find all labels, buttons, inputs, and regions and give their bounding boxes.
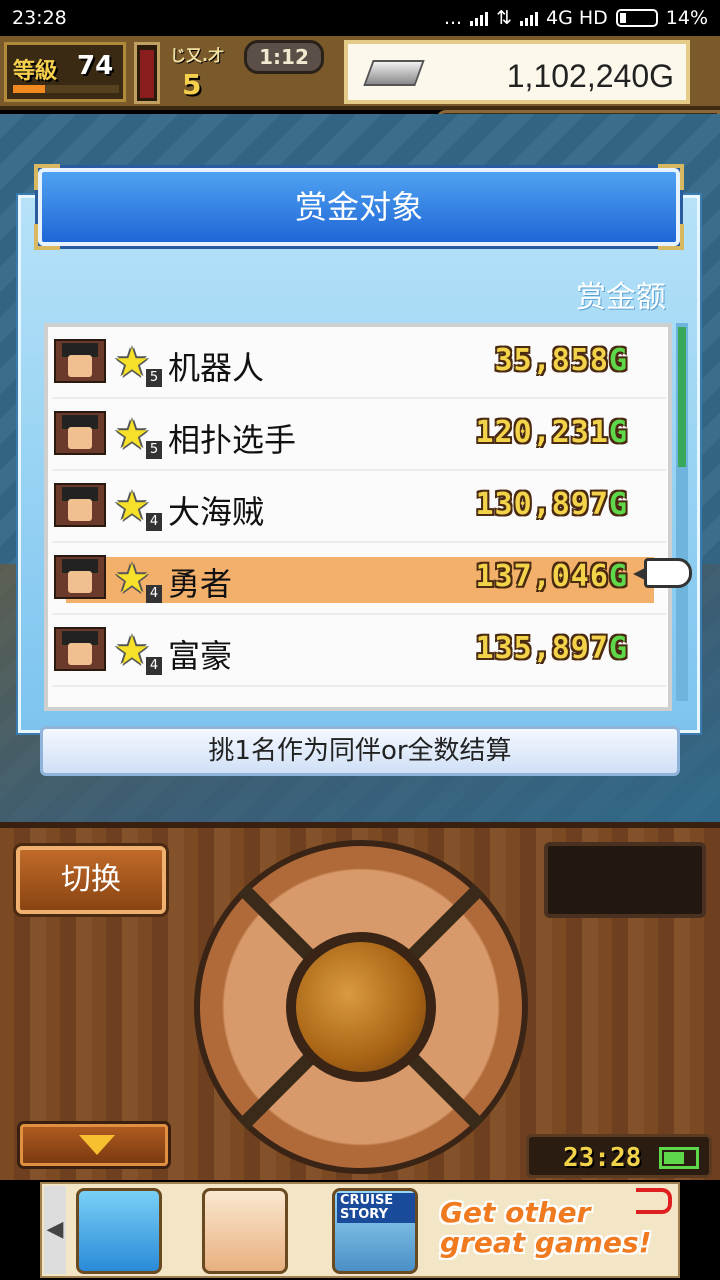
character-portrait-icon xyxy=(54,339,106,383)
status-bar: 23:28 ... ⇅ 4G HD 14% xyxy=(0,0,720,36)
bounty-unit: G xyxy=(608,631,628,666)
amount-column-header: 赏金额 xyxy=(576,280,666,315)
dialog-title: 赏金对象 xyxy=(34,164,684,250)
pointing-hand-icon xyxy=(633,558,692,588)
star-rating-value: 5 xyxy=(146,369,162,387)
bounty-row[interactable]: ★ 4 勇者 137,046G xyxy=(52,543,666,615)
bounty-row[interactable]: ★ 4 大海贼 130,897G xyxy=(52,471,666,543)
ad-app-icon-1[interactable] xyxy=(76,1188,162,1274)
device-clock: 23:28 xyxy=(526,1134,712,1178)
bounty-name: 相扑选手 xyxy=(168,421,297,459)
level-value: 74 xyxy=(77,51,114,81)
battery-icon xyxy=(615,9,658,27)
corner-ornament xyxy=(658,224,684,250)
star-rating-value: 4 xyxy=(146,657,162,675)
corner-ornament xyxy=(34,164,60,190)
battery-percent: 14% xyxy=(665,7,708,29)
stamina-fill xyxy=(140,50,154,98)
bounty-name: 勇者 xyxy=(168,565,233,603)
battery-icon xyxy=(659,1147,699,1169)
ad-app-icon-2[interactable] xyxy=(202,1188,288,1274)
signal-icon-2 xyxy=(519,10,538,26)
scrollbar-thumb[interactable] xyxy=(678,327,686,467)
silver-ingot-icon xyxy=(363,60,425,86)
return-icon[interactable] xyxy=(636,1188,672,1214)
bounty-amount: 137,046G xyxy=(476,559,629,594)
corner-ornament xyxy=(658,164,684,190)
status-icons: ... ⇅ 4G HD 14% xyxy=(444,7,708,29)
star-rating-icon: ★ 5 xyxy=(114,413,162,459)
star-rating-icon: ★ 4 xyxy=(114,557,162,603)
game-hud: 等級 74 じ又.才 5 1:12 1,102,240G xyxy=(0,36,720,110)
star-rating-value: 5 xyxy=(146,441,162,459)
empty-slot xyxy=(544,842,706,918)
star-rating-value: 4 xyxy=(146,513,162,531)
bounty-unit: G xyxy=(608,343,628,378)
money-value: 1,102,240G xyxy=(506,58,674,94)
more-dots-icon: ... xyxy=(443,7,463,29)
list-scrollbar[interactable] xyxy=(676,323,688,701)
down-button[interactable] xyxy=(20,1124,168,1166)
switch-button[interactable]: 切换 xyxy=(16,846,166,914)
character-portrait-icon xyxy=(54,555,106,599)
bounty-unit: G xyxy=(608,559,628,594)
star-rating-icon: ★ 5 xyxy=(114,341,162,387)
bounty-name: 机器人 xyxy=(168,349,265,387)
bounty-amount-value: 130,897 xyxy=(475,487,609,522)
ad-app-3-label: CRUISE STORY xyxy=(337,1193,415,1223)
hint-bar: 挑1名作为同伴or全数结算 xyxy=(40,726,680,776)
bounty-name: 大海贼 xyxy=(168,493,265,531)
bounty-unit: G xyxy=(608,415,628,450)
star-rating-value: 4 xyxy=(146,585,162,603)
level-panel: 等級 74 xyxy=(4,42,126,102)
level-progress-fill xyxy=(13,85,45,93)
bounty-name: 富豪 xyxy=(168,637,233,675)
bounty-list: ★ 5 机器人 35,858G ★ 5 相扑选手 120,231G ★ 4 大海贼 130,897G ★… xyxy=(44,323,672,711)
bounty-amount-value: 137,046 xyxy=(475,559,609,594)
bounty-amount: 130,897G xyxy=(476,487,629,522)
data-transfer-icon: ⇅ xyxy=(496,7,512,29)
stamina-gauge xyxy=(134,42,160,104)
bounty-amount-value: 120,231 xyxy=(475,415,609,450)
ad-banner[interactable]: ◀ CRUISE STORY Get other great games! xyxy=(0,1180,720,1280)
down-arrow-icon xyxy=(79,1135,115,1155)
game-clock: 1:12 xyxy=(244,40,324,74)
bounty-amount: 135,897G xyxy=(476,631,629,666)
money-panel: 1,102,240G xyxy=(344,40,690,104)
bounty-row[interactable]: ★ 4 富豪 135,897G xyxy=(52,615,666,687)
device-clock-time: 23:28 xyxy=(563,1143,642,1173)
ad-app-icon-3[interactable]: CRUISE STORY xyxy=(332,1188,418,1274)
dpad[interactable] xyxy=(194,840,528,1174)
dialog-title-text: 赏金对象 xyxy=(294,188,423,226)
bounty-amount-value: 135,897 xyxy=(475,631,609,666)
status-time: 23:28 xyxy=(12,7,67,29)
character-portrait-icon xyxy=(54,627,106,671)
corner-ornament xyxy=(34,224,60,250)
rank-panel: じ又.才 5 xyxy=(170,42,240,102)
ad-prev-arrow[interactable]: ◀ xyxy=(44,1186,66,1274)
level-progress-bar xyxy=(13,85,119,93)
ad-inner[interactable]: ◀ CRUISE STORY Get other great games! xyxy=(40,1182,680,1278)
rank-value: 5 xyxy=(182,68,202,101)
signal-icon xyxy=(470,10,489,26)
confirm-button[interactable] xyxy=(286,932,436,1082)
bounty-amount-value: 35,858 xyxy=(494,343,609,378)
rank-label: じ又.才 xyxy=(170,46,225,65)
bounty-amount: 35,858G xyxy=(495,343,628,378)
bounty-amount: 120,231G xyxy=(476,415,629,450)
star-rating-icon: ★ 4 xyxy=(114,485,162,531)
bounty-row[interactable]: ★ 5 机器人 35,858G xyxy=(52,327,666,399)
star-rating-icon: ★ 4 xyxy=(114,629,162,675)
bounty-row[interactable]: ★ 5 相扑选手 120,231G xyxy=(52,399,666,471)
network-type: 4G HD xyxy=(545,7,608,29)
character-portrait-icon xyxy=(54,483,106,527)
controller-panel: 切换 23:28 xyxy=(0,822,720,1180)
character-portrait-icon xyxy=(54,411,106,455)
level-label: 等級 xyxy=(13,59,58,84)
bounty-unit: G xyxy=(608,487,628,522)
